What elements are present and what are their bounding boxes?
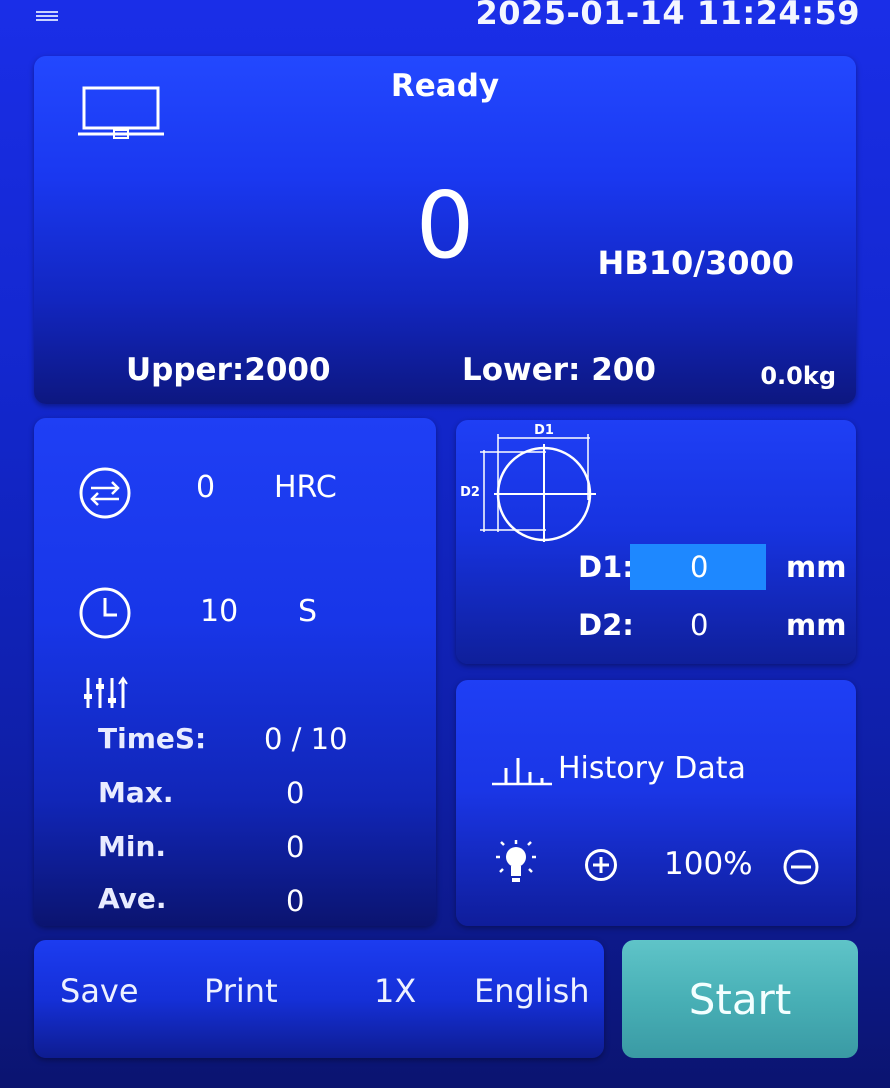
language-button[interactable]: English: [474, 972, 590, 1010]
measurement-panel: Ready 0 HB10/3000 Upper:2000 Lower: 200 …: [34, 56, 856, 404]
save-button[interactable]: Save: [60, 972, 139, 1010]
start-button[interactable]: Start: [622, 940, 858, 1058]
sliders-icon[interactable]: [82, 676, 128, 710]
settings-panel: 0 HRC 10 S TimeS: 0 / 10 Max. 0 Min. 0 A…: [34, 418, 436, 926]
d2-unit: mm: [786, 608, 847, 642]
clock-icon[interactable]: [78, 586, 132, 640]
upper-limit[interactable]: Upper:2000: [126, 352, 331, 388]
speed-button[interactable]: 1X: [374, 972, 416, 1010]
history-data-button[interactable]: History Data: [492, 744, 746, 792]
d2-label: D2:: [578, 608, 634, 642]
d1-value[interactable]: 0: [690, 550, 708, 584]
hamburger-menu-icon[interactable]: [34, 6, 60, 26]
tools-panel: History Data 100%: [456, 680, 856, 926]
zoom-level: 100%: [664, 846, 753, 882]
conversion-unit[interactable]: HRC: [274, 470, 337, 505]
lower-limit[interactable]: Lower: 200: [462, 352, 656, 388]
brightness-bulb-icon: [496, 840, 536, 882]
stat-value: 0: [286, 830, 305, 864]
zoom-in-icon[interactable]: [584, 848, 618, 882]
stat-label: TimeS:: [98, 722, 207, 755]
status-text: Ready: [390, 68, 500, 104]
indentation-panel: D1 D2 D1: 0 mm D2: 0 mm: [456, 420, 856, 664]
history-data-label: History Data: [558, 750, 746, 786]
dwell-time-unit: S: [298, 594, 318, 629]
stat-value: 0 / 10: [264, 722, 348, 756]
load-readout: 0.0kg: [760, 362, 836, 390]
d2-value[interactable]: 0: [690, 608, 708, 642]
conversion-icon[interactable]: [78, 466, 132, 520]
print-button[interactable]: Print: [204, 972, 278, 1010]
dwell-time-value[interactable]: 10: [200, 594, 238, 629]
stat-label: Min.: [98, 830, 167, 863]
bar-chart-icon: [492, 758, 552, 786]
stat-value: 0: [286, 776, 305, 810]
stat-label: Ave.: [98, 882, 167, 915]
bottom-toolbar: Save Print 1X English: [34, 940, 604, 1058]
stat-label: Max.: [98, 776, 174, 809]
conversion-value: 0: [196, 470, 216, 505]
stat-value: 0: [286, 884, 305, 918]
diagram-d1-label: D1: [534, 423, 554, 438]
d1-label: D1:: [578, 550, 634, 584]
diagram-d2-label: D2: [460, 485, 480, 500]
datetime-display: 2025-01-14 11:24:59: [475, 0, 860, 32]
indentation-diagram-icon: D1 D2: [460, 423, 596, 542]
zoom-out-icon[interactable]: [782, 848, 820, 886]
hardness-tester-screen: 2025-01-14 11:24:59 Ready 0 HB10/3000 Up…: [0, 0, 890, 1088]
hardness-scale[interactable]: HB10/3000: [598, 244, 794, 282]
d1-unit: mm: [786, 550, 847, 584]
